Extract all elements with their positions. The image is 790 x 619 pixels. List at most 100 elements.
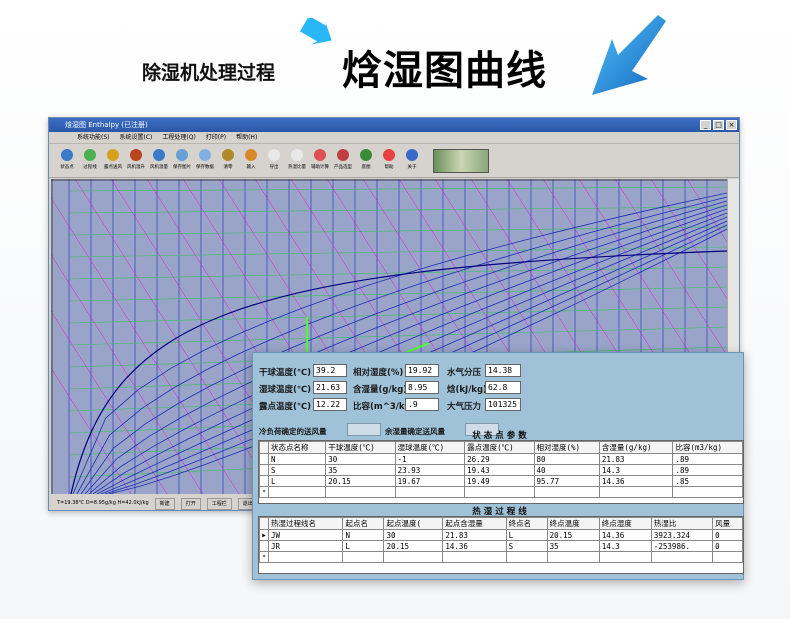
column-header[interactable]: 含湿量(g/kg)	[598, 441, 674, 454]
table-cell[interactable]: 19.49	[464, 475, 535, 487]
table-cell[interactable]: 20.15	[325, 475, 396, 487]
input-specific-volume[interactable]: .9	[405, 398, 439, 411]
table-cell[interactable]	[267, 551, 344, 563]
table-cell[interactable]	[442, 551, 507, 563]
table-cell[interactable]: 30	[325, 453, 396, 465]
column-header[interactable]: 热湿比	[650, 517, 714, 530]
close-button[interactable]: ×	[726, 120, 737, 130]
column-header[interactable]: 热湿过程线名	[267, 517, 344, 530]
toolbar-button-2[interactable]: 露点送风	[103, 146, 123, 176]
column-header[interactable]: 起点名	[342, 517, 385, 530]
row-selector[interactable]: ▶	[259, 529, 269, 541]
toolbar-button-9[interactable]: 导出	[264, 146, 284, 176]
table-row[interactable]: JR L 20.15 14.36 S 35 14.3 -253986. 0	[259, 540, 743, 552]
table-cell[interactable]: 30	[383, 529, 444, 541]
toolbar-button-11[interactable]: 辅助计算	[310, 146, 330, 176]
menu-project[interactable]: 工程处理(Q)	[162, 132, 195, 143]
input-wet-bulb[interactable]: 21.63	[313, 381, 347, 394]
column-header[interactable]: 比容(m3/kg)	[672, 441, 743, 454]
maximize-button[interactable]: □	[713, 120, 724, 130]
input-rh[interactable]: 19.92	[405, 364, 439, 377]
input-enthalpy[interactable]: 62.8	[485, 381, 521, 394]
menu-system[interactable]: 系统功能(S)	[77, 132, 110, 143]
table-cell[interactable]: L	[342, 540, 385, 552]
table-cell[interactable]: 26.29	[464, 453, 535, 465]
toolbar-button-14[interactable]: 帮助	[379, 146, 399, 176]
toolbar-button-1[interactable]: 过程线	[80, 146, 100, 176]
menu-settings[interactable]: 系统设置(C)	[120, 132, 153, 143]
table-cell[interactable]	[342, 551, 385, 563]
input-dry-bulb[interactable]: 39.2	[313, 364, 347, 377]
column-header[interactable]: 终点温度	[546, 517, 600, 530]
table-cell[interactable]: 14.36	[442, 540, 507, 552]
toolbar-button-13[interactable]: 底图	[356, 146, 376, 176]
table-cell[interactable]: 14.3	[598, 464, 674, 476]
table-cell[interactable]	[712, 551, 743, 563]
menu-help[interactable]: 帮助(H)	[236, 132, 257, 143]
table-row[interactable]: *	[259, 551, 743, 563]
table-cell[interactable]: .89	[672, 464, 743, 476]
status-new-button[interactable]: 新建	[154, 498, 175, 510]
table-cell[interactable]	[672, 486, 743, 498]
table-cell[interactable]	[533, 486, 600, 498]
table-row[interactable]: S 35 23.93 19.43 40 14.3.89	[259, 464, 743, 476]
table-row[interactable]: ▶ JW N 30 21.83 L 20.15 14.36 3923.324 0	[259, 529, 743, 541]
minimize-button[interactable]: _	[700, 120, 711, 130]
toolbar-button-12[interactable]: 产品选型	[333, 146, 353, 176]
column-header[interactable]: 终点名	[505, 517, 548, 530]
input-moisture[interactable]: 8.95	[405, 381, 439, 394]
toolbar-button-8[interactable]: 输入	[241, 146, 261, 176]
input-vapor-pressure[interactable]: 14.38	[485, 364, 521, 377]
toolbar-button-3[interactable]: 风机温升	[126, 146, 146, 176]
table-cell[interactable]: -253986.	[650, 540, 714, 552]
table-cell[interactable]: 14.3	[598, 540, 652, 552]
table-cell[interactable]: 95.77	[533, 475, 600, 487]
table-cell[interactable]	[325, 486, 396, 498]
toolbar-button-10[interactable]: 热湿比量	[287, 146, 307, 176]
table-cell[interactable]: S	[505, 540, 548, 552]
table-cell[interactable]: L	[505, 529, 548, 541]
table-cell[interactable]	[394, 486, 466, 498]
table-cell[interactable]: 0	[712, 540, 743, 552]
table-row[interactable]: L 20.15 19.67 19.49 95.77 14.36.85	[259, 475, 743, 487]
table-cell[interactable]: 23.93	[394, 464, 466, 476]
toolbar-button-7[interactable]: 清零	[218, 146, 238, 176]
column-header[interactable]: 干球温度(℃)	[325, 441, 396, 454]
row-selector[interactable]: *	[259, 486, 269, 498]
table-cell[interactable]: .85	[672, 475, 743, 487]
status-project-button[interactable]: 工程栏	[206, 498, 232, 510]
toolbar-button-15[interactable]: 关于	[402, 146, 422, 176]
table-cell[interactable]: -1	[394, 453, 466, 465]
table-cell[interactable]	[598, 486, 674, 498]
table-cell[interactable]: JW	[267, 529, 344, 541]
column-header[interactable]: 风量	[712, 517, 743, 530]
table-cell[interactable]: 40	[533, 464, 600, 476]
status-open-button[interactable]: 打开	[180, 498, 201, 510]
input-dew-point[interactable]: 12.22	[313, 398, 347, 411]
table-cell[interactable]	[546, 551, 600, 563]
table-cell[interactable]: 14.36	[598, 529, 652, 541]
column-header[interactable]: 起点温度(	[383, 517, 444, 530]
table-cell[interactable]	[598, 551, 652, 563]
column-header[interactable]: 起点含湿量	[442, 517, 507, 530]
toolbar-button-0[interactable]: 状态点	[57, 146, 77, 176]
table-cell[interactable]: 21.83	[598, 453, 674, 465]
row-selector[interactable]	[259, 464, 269, 476]
toolbar-button-6[interactable]: 保存数据	[195, 146, 215, 176]
row-selector[interactable]	[259, 540, 269, 552]
table-cell[interactable]	[650, 551, 714, 563]
row-selector[interactable]	[259, 453, 269, 465]
table-cell[interactable]: 3923.324	[650, 529, 714, 541]
input-atm-pressure[interactable]: 101325	[485, 398, 521, 411]
table-cell[interactable]: S	[267, 464, 327, 476]
toolbar-button-5[interactable]: 保存图片	[172, 146, 192, 176]
table-cell[interactable]: 35	[325, 464, 396, 476]
table-cell[interactable]: 19.43	[464, 464, 535, 476]
column-header[interactable]: 终点湿度	[598, 517, 652, 530]
menu-print[interactable]: 打印(P)	[206, 132, 226, 143]
row-selector[interactable]	[259, 475, 269, 487]
table-row[interactable]: N 30 -1 26.29 80 21.83.89	[259, 453, 743, 465]
table-cell[interactable]: 20.15	[546, 529, 600, 541]
table-cell[interactable]: 20.15	[383, 540, 444, 552]
column-header[interactable]: 状态点名称	[267, 441, 327, 454]
